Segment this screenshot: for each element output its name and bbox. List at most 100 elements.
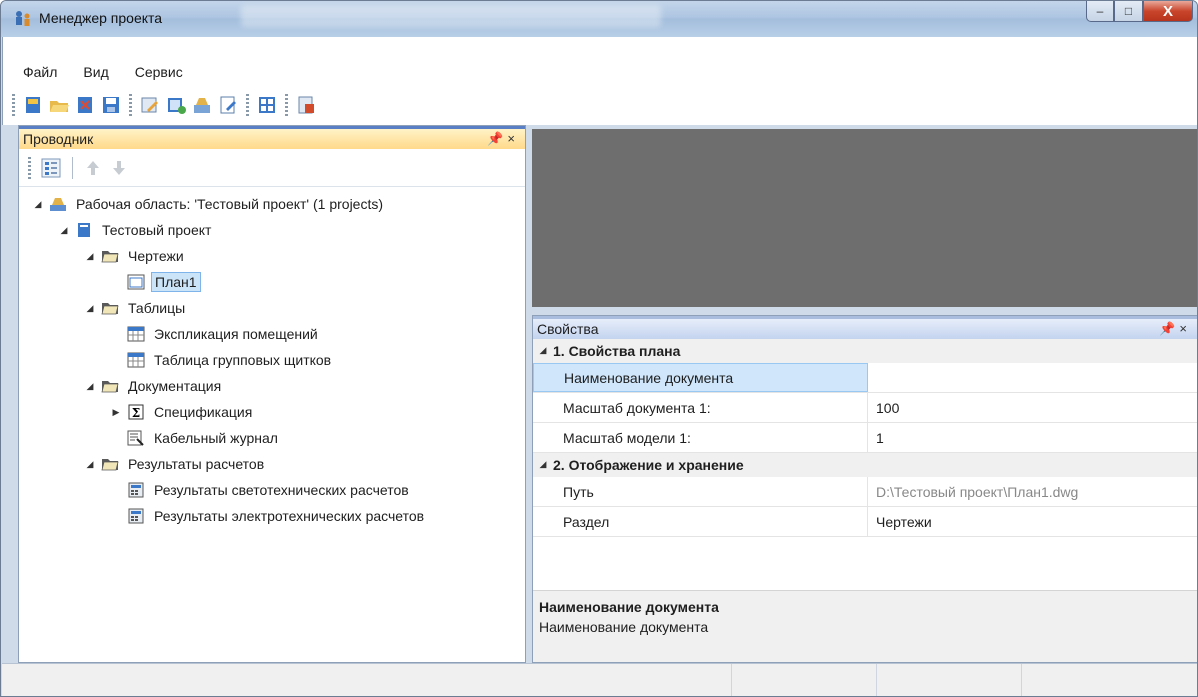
property-category[interactable]: ◢ 2. Отображение и хранение <box>533 453 1197 477</box>
table-icon <box>127 352 145 368</box>
minimize-button[interactable]: – <box>1086 1 1114 22</box>
tree-item[interactable]: Результаты светотехнических расчетов <box>19 477 525 503</box>
toolbar-grip-3[interactable] <box>246 94 249 116</box>
property-name[interactable]: Путь <box>533 477 868 506</box>
tree-item-label: Рабочая область: 'Тестовый проект' (1 pr… <box>76 196 384 212</box>
folder-icon <box>101 300 119 316</box>
workspace-icon <box>49 196 67 212</box>
menu-file[interactable]: Файл <box>19 64 61 84</box>
tree-item-label: Таблица групповых щитков <box>154 352 332 368</box>
tree-item[interactable]: Экспликация помещений <box>19 321 525 347</box>
tree-item[interactable]: Результаты электротехнических расчетов <box>19 503 525 529</box>
property-name[interactable]: Раздел <box>533 507 868 536</box>
toolbar-grip-4[interactable] <box>285 94 288 116</box>
explorer-toolbar-grip[interactable] <box>28 156 31 179</box>
move-up-icon[interactable] <box>83 158 103 178</box>
pin-icon[interactable]: 📌 <box>487 131 507 146</box>
property-row[interactable]: Раздел Чертежи <box>533 507 1197 537</box>
tree-item[interactable]: ◢ Тестовый проект <box>19 217 525 243</box>
expand-arrow-icon[interactable]: ▶ <box>109 407 123 418</box>
close-project-icon[interactable] <box>74 94 96 116</box>
property-value[interactable]: D:\Тестовый проект\План1.dwg <box>868 477 1197 506</box>
svg-text:Σ: Σ <box>132 406 140 420</box>
add-drawing-icon[interactable] <box>165 94 187 116</box>
tree-item[interactable]: ◢ Результаты расчетов <box>19 451 525 477</box>
layout-icon[interactable] <box>256 94 278 116</box>
close-button[interactable]: X <box>1143 1 1193 22</box>
tree-item[interactable]: Таблица групповых щитков <box>19 347 525 373</box>
status-segment-2 <box>732 664 877 696</box>
tree-item-label: Спецификация <box>154 404 253 420</box>
folder-icon <box>101 248 119 264</box>
property-row[interactable]: Наименование документа <box>533 363 1197 393</box>
property-value[interactable]: Чертежи <box>868 507 1197 536</box>
expand-arrow-icon[interactable]: ◢ <box>83 251 97 262</box>
tree-item[interactable]: ◢ Рабочая область: 'Тестовый проект' (1 p… <box>19 191 525 217</box>
tree-item-label: Таблицы <box>128 300 186 316</box>
tree-item[interactable]: ◢ Таблицы <box>19 295 525 321</box>
explorer-header-buttons: 📌× <box>487 131 519 147</box>
export-icon[interactable] <box>295 94 317 116</box>
new-project-icon[interactable] <box>22 94 44 116</box>
calc-icon <box>127 508 145 524</box>
expand-arrow-icon[interactable]: ◢ <box>31 199 45 210</box>
property-value[interactable]: 100 <box>868 393 1197 422</box>
project-icon <box>75 222 93 238</box>
table-icon <box>127 326 145 342</box>
status-segment-main <box>2 664 732 696</box>
explorer-header[interactable]: Проводник 📌× <box>19 126 525 149</box>
property-category[interactable]: ◢ 1. Свойства плана <box>533 339 1197 363</box>
open-folder-icon[interactable] <box>48 94 70 116</box>
tree-item-label: Тестовый проект <box>102 222 212 238</box>
tree-item[interactable]: ◢ Чертежи <box>19 243 525 269</box>
move-down-icon[interactable] <box>109 158 129 178</box>
explorer-toolbar-separator <box>72 156 73 179</box>
tree-item[interactable]: Кабельный журнал <box>19 425 525 451</box>
property-row[interactable]: Путь D:\Тестовый проект\План1.dwg <box>533 477 1197 507</box>
collapse-arrow-icon[interactable]: ◢ <box>533 459 553 470</box>
window-controls: – □ X <box>1086 1 1193 23</box>
collapse-arrow-icon[interactable]: ◢ <box>533 345 553 356</box>
document-area <box>532 129 1197 307</box>
property-name[interactable]: Наименование документа <box>533 363 868 392</box>
toolbar-grip[interactable] <box>12 94 15 116</box>
properties-pin-icon[interactable]: 📌 <box>1159 321 1179 336</box>
tree-view-icon[interactable] <box>40 157 62 179</box>
property-value[interactable]: 1 <box>868 423 1197 452</box>
app-window: Менеджер проекта – □ X Файл Вид Сервис П… <box>0 0 1198 697</box>
properties-close-icon[interactable]: × <box>1179 321 1191 336</box>
tree-item-label: Результаты расчетов <box>128 456 265 472</box>
maximize-button[interactable]: □ <box>1114 1 1143 22</box>
property-category-title: 1. Свойства плана <box>553 342 681 359</box>
save-icon[interactable] <box>100 94 122 116</box>
tree-item[interactable]: План1 <box>19 269 525 295</box>
tree-item[interactable]: ◢ Документация <box>19 373 525 399</box>
explorer-close-icon[interactable]: × <box>507 131 519 146</box>
cable-journal-icon <box>127 430 145 446</box>
properties-header[interactable]: Свойства 📌× <box>533 316 1197 339</box>
property-name[interactable]: Масштаб документа 1: <box>533 393 868 422</box>
tree-item-label: Кабельный журнал <box>154 430 278 446</box>
tree-item-label: Экспликация помещений <box>154 326 318 342</box>
expand-arrow-icon[interactable]: ◢ <box>57 225 71 236</box>
expand-arrow-icon[interactable]: ◢ <box>83 459 97 470</box>
property-row[interactable]: Масштаб модели 1: 1 <box>533 423 1197 453</box>
explorer-pane: Проводник 📌× ◢ Рабочая область: 'Тестовый… <box>18 125 526 663</box>
document-edit-icon[interactable] <box>217 94 239 116</box>
expand-arrow-icon[interactable]: ◢ <box>83 381 97 392</box>
toolbar-grip-2[interactable] <box>129 94 132 116</box>
property-row[interactable]: Масштаб документа 1: 100 <box>533 393 1197 423</box>
calc-icon <box>127 482 145 498</box>
workspace-settings-icon[interactable] <box>191 94 213 116</box>
title-bar[interactable]: Менеджер проекта – □ X <box>1 1 1197 37</box>
expand-arrow-icon[interactable]: ◢ <box>83 303 97 314</box>
main-toolbar <box>9 89 317 121</box>
property-name[interactable]: Масштаб модели 1: <box>533 423 868 452</box>
tree-item[interactable]: ▶ Σ Спецификация <box>19 399 525 425</box>
tree-item-label: Результаты электротехнических расчетов <box>154 508 425 524</box>
property-value[interactable] <box>868 363 1197 392</box>
properties-icon[interactable] <box>139 94 161 116</box>
close-icon: X <box>1162 2 1173 20</box>
menu-view[interactable]: Вид <box>79 64 112 84</box>
menu-service[interactable]: Сервис <box>131 64 187 84</box>
